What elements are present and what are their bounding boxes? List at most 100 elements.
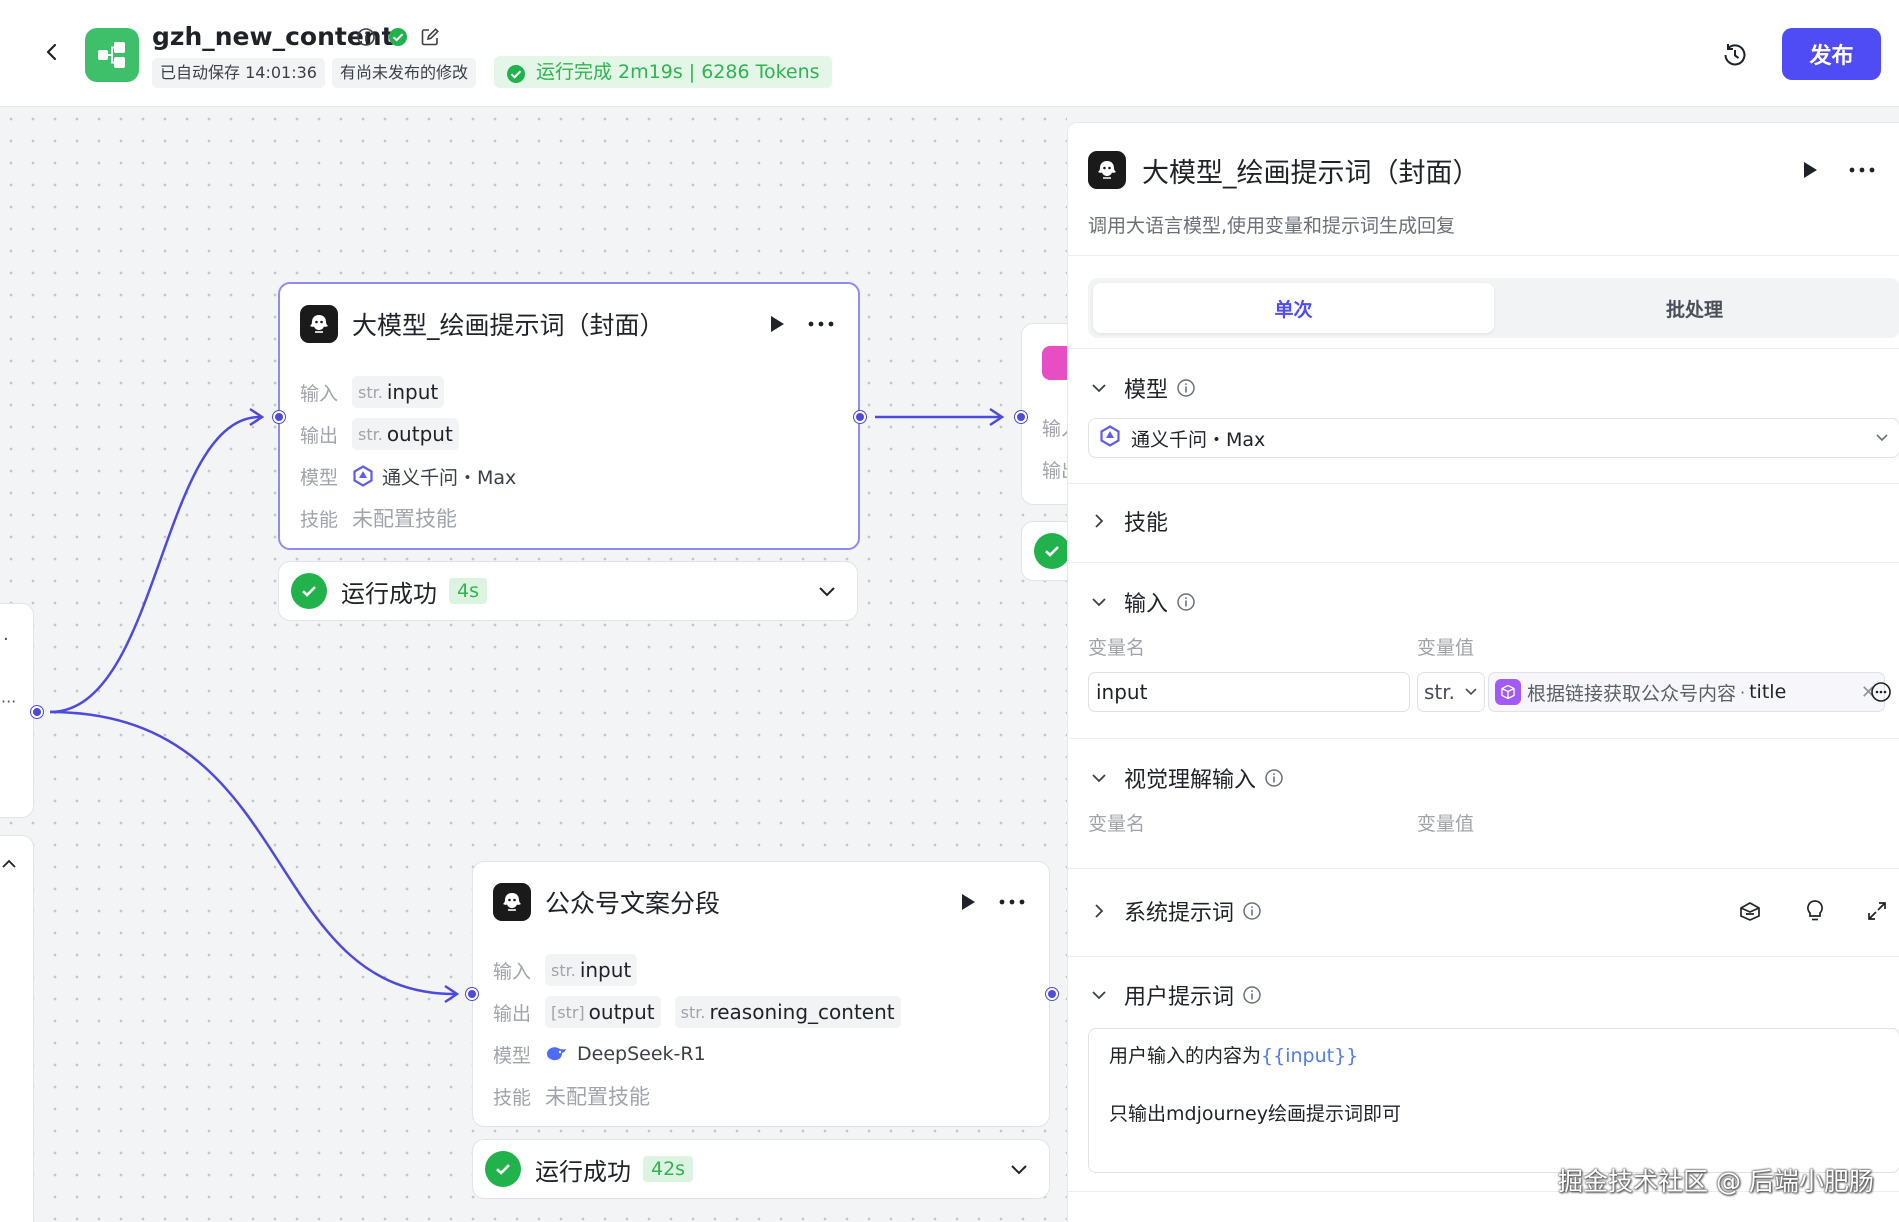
variable-type-select[interactable]: str.: [1417, 672, 1485, 712]
info-icon[interactable]: [1176, 378, 1196, 398]
more-icon[interactable]: [1845, 157, 1879, 183]
skill-label: 技能: [300, 508, 339, 531]
variable-node-icon: [1042, 346, 1067, 380]
model-label: 模型: [493, 1044, 532, 1067]
chevron-down-icon: [1088, 591, 1110, 613]
port-in[interactable]: [1015, 411, 1027, 423]
tab-single[interactable]: 单次: [1093, 283, 1494, 333]
watermark: 掘金技术社区 @ 后端小肥肠: [1558, 1167, 1874, 1196]
model-select-value: 通义千问・Max: [1131, 428, 1266, 451]
port-out[interactable]: [854, 411, 866, 423]
input-var-chip: str. input: [545, 954, 638, 986]
more-icon[interactable]: [804, 311, 838, 337]
variable-reference[interactable]: 根据链接获取公众号内容 · title ✕: [1488, 672, 1885, 712]
model-name: 通义千问・Max: [382, 466, 517, 489]
run-status-text: 运行完成 2m19s | 6286 Tokens: [536, 61, 820, 83]
panel-description[interactable]: 调用大语言模型,使用变量和提示词生成回复: [1088, 211, 1455, 238]
node-segment[interactable]: 公众号文案分段 输入 str. input 输出 [str] output st…: [472, 861, 1050, 1127]
section-input[interactable]: 输入: [1088, 584, 1196, 620]
prompt-library-icon[interactable]: [1736, 897, 1764, 925]
section-skills[interactable]: 技能: [1088, 503, 1168, 539]
bulb-icon[interactable]: [1801, 897, 1829, 925]
section-user-prompt[interactable]: 用户提示词: [1088, 977, 1262, 1013]
info-icon[interactable]: [1242, 901, 1262, 921]
chevron-down-icon: [1464, 683, 1478, 702]
section-vision-input[interactable]: 视觉理解输入: [1088, 760, 1284, 796]
col-var-name: 变量名: [1088, 637, 1146, 659]
chevron-right-icon: [1088, 900, 1110, 922]
skill-value: 未配置技能: [352, 507, 457, 531]
info-icon[interactable]: [1176, 592, 1196, 612]
info-icon[interactable]: [1242, 985, 1262, 1005]
workflow-canvas[interactable]: · ··· 大模型_绘画提示词（封面） 输入 str. input 输出 str…: [0, 108, 1067, 1222]
run-mode-tabs: 单次 批处理: [1088, 278, 1899, 338]
llm-node-icon: [493, 883, 531, 921]
prompt-line: 用户输入的内容为{{input}}: [1109, 1045, 1359, 1067]
prompt-variable: {{input}}: [1261, 1045, 1359, 1067]
check-circle-icon: [387, 26, 409, 48]
back-icon[interactable]: [40, 40, 64, 64]
llm-node-icon: [1088, 151, 1126, 189]
expand-icon[interactable]: [1863, 897, 1891, 925]
divider: [1068, 255, 1899, 256]
run-result-bar[interactable]: 运行成功 4s: [278, 561, 858, 621]
user-prompt-editor[interactable]: 用户输入的内容为{{input}} 只输出mdjourney绘画提示词即可: [1088, 1028, 1899, 1173]
port-in[interactable]: [273, 411, 285, 423]
partial-node-left[interactable]: · ···: [0, 603, 34, 818]
qwen-icon: [1099, 425, 1121, 451]
chevron-down-icon[interactable]: [1009, 1159, 1029, 1179]
port-out[interactable]: [31, 706, 43, 718]
edge-to-segment: [49, 710, 456, 996]
qwen-icon: [352, 465, 374, 487]
output-var-chip: [str] output: [545, 996, 661, 1028]
edit-icon[interactable]: [419, 26, 441, 48]
cube-icon: [1495, 679, 1521, 705]
run-status-tag[interactable]: 运行完成 2m19s | 6286 Tokens: [494, 56, 832, 88]
section-model[interactable]: 模型: [1088, 370, 1196, 406]
node-draw-cover[interactable]: 大模型_绘画提示词（封面） 输入 str. input 输出 str. outp…: [278, 282, 860, 550]
edge-to-draw-cover: [49, 415, 261, 714]
chevron-right-icon: [1088, 510, 1110, 532]
play-icon[interactable]: [955, 889, 981, 915]
chevron-down-icon: [1088, 984, 1110, 1006]
chevron-down-icon[interactable]: [817, 581, 837, 601]
node-config-panel: 大模型_绘画提示词（封面） 调用大语言模型,使用变量和提示词生成回复 单次 批处…: [1067, 122, 1899, 1222]
llm-node-icon: [300, 305, 338, 343]
variable-name-field[interactable]: [1088, 672, 1410, 712]
deepseek-icon: [545, 1044, 569, 1064]
run-result-bar[interactable]: 运行成功 42s: [472, 1139, 1050, 1199]
tab-batch[interactable]: 批处理: [1494, 283, 1895, 333]
publish-button[interactable]: 发布: [1782, 28, 1881, 80]
partial-node-left-2[interactable]: [0, 835, 34, 1222]
chevron-up-icon[interactable]: [1, 856, 17, 872]
model-label: 模型: [300, 466, 339, 489]
panel-title[interactable]: 大模型_绘画提示词（封面）: [1142, 151, 1797, 190]
input-var-chip: str. input: [352, 376, 445, 408]
more-options-icon[interactable]: [1870, 681, 1892, 707]
output-var-chip: str. reasoning_content: [674, 996, 901, 1028]
play-icon[interactable]: [764, 311, 790, 337]
workflow-logo-icon: [85, 28, 139, 82]
col-var-value: 变量值: [1417, 813, 1475, 835]
history-icon[interactable]: [1720, 40, 1750, 70]
run-result-bar-partial[interactable]: [1021, 521, 1067, 581]
partial-node-right[interactable]: 输入 输出: [1021, 323, 1067, 505]
divider: [1068, 738, 1899, 739]
info-icon[interactable]: [1264, 768, 1284, 788]
info-icon[interactable]: [355, 26, 377, 48]
more-icon[interactable]: [995, 889, 1029, 915]
autosave-tag: 已自动保存 14:01:36: [152, 58, 325, 88]
divider: [1068, 956, 1899, 957]
chevron-down-icon: [1875, 429, 1889, 448]
input-label: 输入: [300, 382, 339, 405]
model-select[interactable]: 通义千问・Max: [1088, 418, 1899, 458]
divider: [1068, 562, 1899, 563]
section-system-prompt[interactable]: 系统提示词: [1088, 893, 1262, 929]
check-circle-icon: [485, 1151, 521, 1187]
port-out[interactable]: [1046, 988, 1058, 1000]
col-var-value: 变量值: [1417, 637, 1475, 659]
output-label: 输出: [493, 1002, 532, 1025]
model-name: DeepSeek-R1: [577, 1043, 706, 1065]
play-icon[interactable]: [1797, 157, 1823, 183]
port-in[interactable]: [466, 988, 478, 1000]
